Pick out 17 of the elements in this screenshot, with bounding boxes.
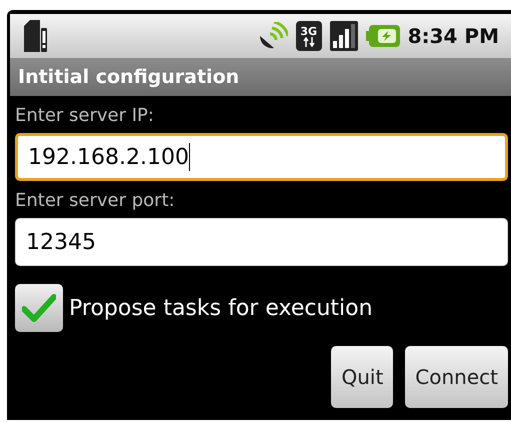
checkbox[interactable] bbox=[15, 284, 63, 332]
up-down-arrows-icon bbox=[302, 36, 315, 46]
signal-bars-icon bbox=[330, 21, 358, 51]
window-title: Intitial configuration bbox=[18, 64, 240, 90]
field-label: Enter server IP: bbox=[15, 104, 155, 128]
status-time: 8:34 PM bbox=[408, 23, 499, 50]
battery-charging-icon bbox=[366, 25, 400, 47]
input-field[interactable]: 192.168.2.100 bbox=[15, 133, 508, 181]
dialog-button[interactable]: Quit bbox=[331, 346, 394, 408]
network-type: 3G bbox=[300, 26, 318, 36]
satellite-dish-icon bbox=[258, 22, 288, 50]
input-field[interactable]: 12345 bbox=[15, 218, 508, 266]
dialog-button[interactable]: Connect bbox=[405, 346, 508, 408]
field-label: Enter server port: bbox=[15, 189, 176, 213]
checkmark-icon bbox=[22, 294, 56, 322]
sd-card-warning-icon bbox=[22, 20, 48, 52]
checkbox-label: Propose tasks for execution bbox=[69, 294, 373, 322]
